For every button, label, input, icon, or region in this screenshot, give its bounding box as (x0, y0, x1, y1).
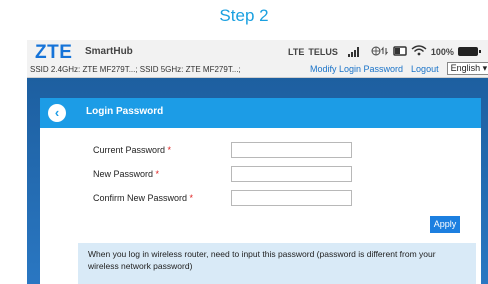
logout-link[interactable]: Logout (411, 64, 439, 74)
required-marker: * (189, 193, 194, 203)
header-bar: ZTE SmartHub SSID 2.4GHz: ZTE MF279T...;… (27, 40, 488, 78)
current-password-row: Current Password * (40, 142, 481, 162)
zte-logo: ZTE (35, 42, 73, 63)
battery-icon (457, 47, 481, 56)
required-marker: * (155, 169, 160, 179)
panel-header: ‹ Login Password (40, 98, 481, 128)
new-password-field[interactable] (231, 166, 352, 182)
battery-level: 100% (430, 46, 454, 57)
carrier-name: TELUS (308, 46, 338, 57)
step-title: Step 2 (219, 6, 269, 25)
data-icon (371, 46, 389, 58)
network-type: LTE (288, 46, 305, 57)
confirm-password-field[interactable] (231, 190, 352, 206)
required-marker: * (167, 145, 172, 155)
ssid-info: SSID 2.4GHz: ZTE MF279T...; SSID 5GHz: Z… (30, 65, 241, 74)
back-arrow-icon[interactable]: ‹ (48, 104, 66, 122)
sim-icon (393, 45, 407, 58)
apply-button[interactable]: Apply (430, 216, 460, 233)
language-select[interactable]: English ▾ (446, 62, 488, 75)
confirm-password-label: Confirm New Password * (93, 193, 194, 203)
info-note: When you log in wireless router, need to… (78, 243, 476, 284)
signal-icon (347, 46, 359, 57)
new-password-label: New Password * (93, 169, 160, 179)
current-password-label: Current Password * (93, 145, 172, 155)
panel-title: Login Password (86, 106, 164, 117)
new-password-row: New Password * (40, 166, 481, 186)
header-links: Modify Login Password Logout English ▾ (310, 62, 488, 75)
status-bar: LTE TELUS 100% (288, 45, 481, 58)
language-value: English (450, 63, 481, 73)
confirm-password-row: Confirm New Password * (40, 190, 481, 210)
product-name: SmartHub (85, 46, 133, 57)
wifi-icon (411, 45, 427, 58)
modify-password-link[interactable]: Modify Login Password (310, 64, 403, 74)
current-password-field[interactable] (231, 142, 352, 158)
